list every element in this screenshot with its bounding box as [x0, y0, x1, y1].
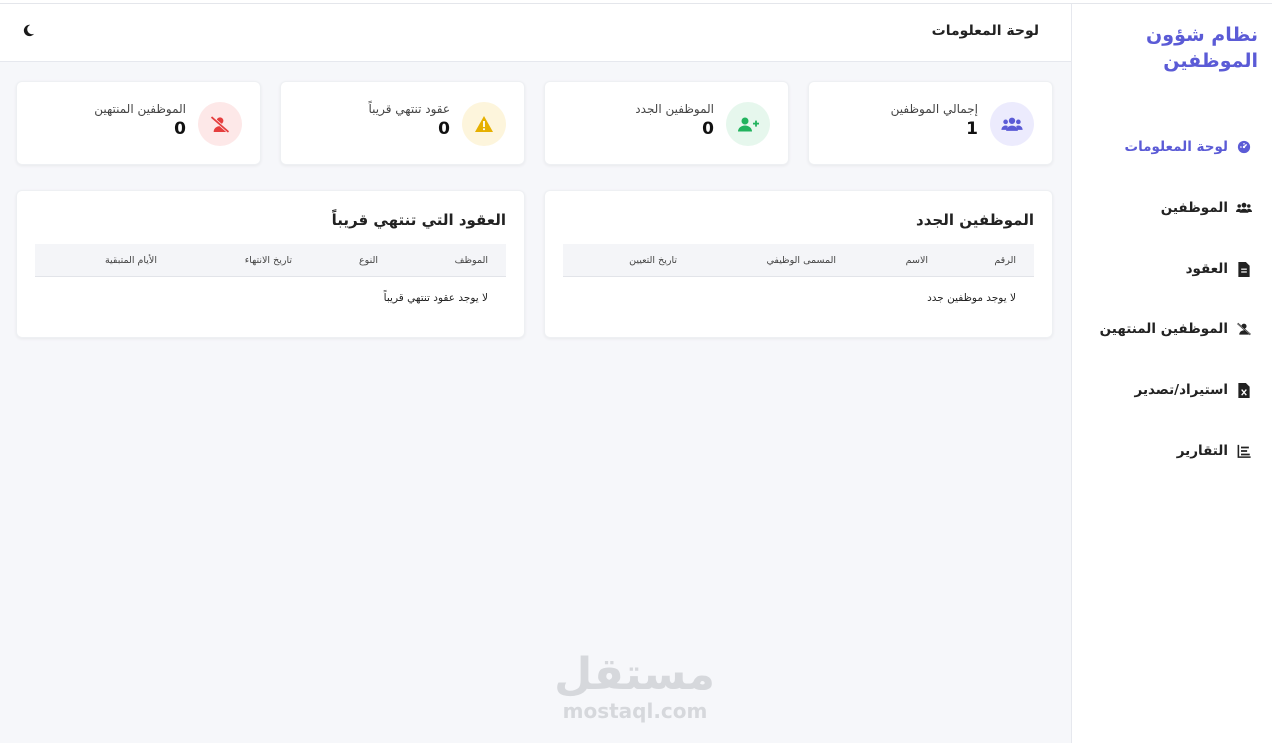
stat-card-expiring-contracts: عقود تنتهي قريباً 0 [280, 81, 525, 165]
sidebar-item-terminated[interactable]: الموظفين المنتهين [1082, 316, 1252, 342]
stat-value: 0 [438, 119, 450, 139]
column-header: الأيام المتبقية [104, 255, 157, 266]
sidebar-item-employees[interactable]: الموظفين [1082, 195, 1252, 221]
sidebar-item-label: لوحة المعلومات [1124, 139, 1229, 155]
stat-value: 0 [174, 119, 186, 139]
new-employees-table: الرقم الاسم المسمى الوظيفي تاريخ التعيين… [563, 244, 1034, 304]
moon-icon [22, 22, 35, 41]
column-header: الاسم [905, 255, 928, 266]
column-header: النوع [359, 255, 378, 266]
top-header: لوحة المعلومات [0, 4, 1071, 62]
stat-card-total-employees: إجمالي الموظفين 1 [808, 81, 1053, 165]
watermark-arabic: مستقل [554, 649, 715, 700]
sidebar-item-label: العقود [1185, 261, 1228, 277]
new-employees-panel: الموظفين الجدد الرقم الاسم المسمى الوظيف… [544, 190, 1053, 338]
empty-message: لا يوجد عقود تنتهي قريباً [383, 292, 488, 304]
page-title: لوحة المعلومات [931, 23, 1039, 39]
stat-label: الموظفين الجدد [635, 102, 714, 116]
brand-title: نظام شؤون الموظفين [1146, 24, 1258, 72]
users-icon [990, 102, 1034, 146]
chart-icon [1236, 443, 1252, 459]
sidebar-item-label: الموظفين المنتهين [1099, 321, 1228, 337]
sidebar-item-label: التقارير [1176, 443, 1228, 459]
excel-file-icon [1236, 382, 1252, 398]
sidebar-item-label: الموظفين [1160, 200, 1228, 216]
column-header: تاريخ الانتهاء [244, 255, 292, 266]
contract-file-icon [1236, 261, 1252, 277]
column-header: تاريخ التعيين [629, 255, 677, 266]
user-slash-icon [198, 102, 242, 146]
stat-label: عقود تنتهي قريباً [368, 102, 451, 116]
stat-label: إجمالي الموظفين [890, 102, 978, 116]
panel-title: الموظفين الجدد [916, 211, 1034, 229]
user-slash-icon [1236, 321, 1252, 337]
column-header: الرقم [994, 255, 1016, 266]
stat-label: الموظفين المنتهين [94, 102, 186, 116]
expiring-contracts-table: الموظف النوع تاريخ الانتهاء الأيام المتب… [35, 244, 506, 304]
expiring-contracts-panel: العقود التي تنتهي قريباً الموظف النوع تا… [16, 190, 525, 338]
sidebar-item-label: استيراد/تصدير [1134, 382, 1228, 398]
table-header: الرقم الاسم المسمى الوظيفي تاريخ التعيين [563, 244, 1034, 277]
sidebar-item-contracts[interactable]: العقود [1082, 256, 1252, 282]
sidebar-item-dashboard[interactable]: لوحة المعلومات [1082, 134, 1252, 160]
warning-icon [462, 102, 506, 146]
sidebar-item-reports[interactable]: التقارير [1082, 438, 1252, 464]
user-plus-icon [726, 102, 770, 146]
watermark-latin: mostaql.com [562, 699, 708, 723]
watermark-logo: مستقل mostaql.com [554, 649, 715, 723]
users-icon [1236, 200, 1252, 216]
table-header: الموظف النوع تاريخ الانتهاء الأيام المتب… [35, 244, 506, 277]
panel-title: العقود التي تنتهي قريباً [331, 211, 506, 229]
stat-value: 0 [702, 119, 714, 139]
column-header: الموظف [454, 255, 488, 266]
stat-card-new-employees: الموظفين الجدد 0 [544, 81, 789, 165]
column-header: المسمى الوظيفي [766, 255, 836, 266]
empty-message: لا يوجد موظفين جدد [927, 292, 1016, 304]
theme-toggle-button[interactable] [18, 21, 38, 41]
stat-value: 1 [966, 119, 978, 139]
dashboard-icon [1236, 139, 1252, 155]
sidebar: نظام شؤون الموظفين لوحة المعلومات الموظف… [1071, 4, 1272, 743]
stat-card-terminated-employees: الموظفين المنتهين 0 [16, 81, 261, 165]
sidebar-item-import-export[interactable]: استيراد/تصدير [1082, 377, 1252, 403]
